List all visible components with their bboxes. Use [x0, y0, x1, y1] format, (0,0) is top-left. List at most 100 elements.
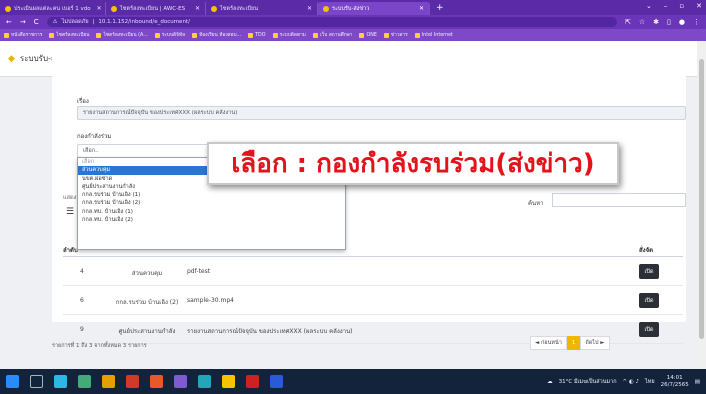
bookmark-icon [414, 32, 420, 38]
browser-tab[interactable]: ไซตร์ลงทะเบียน | AWC-ES ✕ [106, 2, 206, 15]
reload-icon[interactable]: C [34, 18, 39, 26]
close-icon[interactable]: ✕ [413, 5, 424, 12]
extensions-icon[interactable]: ✱ [653, 18, 659, 26]
edge-icon[interactable] [54, 375, 67, 388]
browser-tab[interactable]: ประเมินผลแต่ละคน เบอร์ 1 vdo ✕ [0, 2, 106, 15]
open-button[interactable]: เปิด [639, 293, 659, 308]
bookmark-item[interactable]: เว็บ สถานศึกษา [312, 31, 353, 39]
page-current-button[interactable]: 1 [566, 336, 581, 350]
bookmark-item[interactable]: ONE [359, 32, 377, 38]
column-header-action[interactable]: สั่งจัด [639, 245, 653, 255]
bookmark-item[interactable]: ห้องเรียน ห้องสอบ... [192, 31, 241, 39]
dropdown-option[interactable]: กกล.รบร่วม บ้านเอิง (2) [78, 199, 345, 207]
show-entries-label: แสดง [63, 195, 77, 201]
word-icon[interactable] [270, 375, 283, 388]
close-icon[interactable]: ✕ [91, 5, 102, 12]
forward-icon[interactable]: → [20, 18, 26, 26]
bookmark-item[interactable]: Intel Internet [414, 32, 453, 38]
row-file: pdf-test [187, 268, 211, 275]
table-info: รายการที่ 1 ถึง 3 จากทั้งหมด 3 รายการ [52, 343, 147, 349]
address-bar[interactable]: ⚠ ไม่ปลอดภัย | 10.1.1.152/inbound/e_docu… [46, 17, 617, 27]
weather-text[interactable]: 31°C มีเมฆเป็นส่วนมาก [559, 378, 617, 386]
chrome-canary-icon[interactable] [222, 375, 235, 388]
list-icon[interactable]: ☰ [66, 207, 74, 217]
warning-icon: ⚠ [52, 19, 58, 25]
task-view-icon[interactable] [78, 375, 91, 388]
star-icon[interactable]: ☆ [639, 18, 645, 26]
caption-text: เลือก : กองกำลังรบร่วม(ส่งข่าว) [231, 149, 595, 179]
screen: ประเมินผลแต่ละคน เบอร์ 1 vdo ✕ ไซตร์ลงทะ… [0, 0, 706, 394]
close-window-icon[interactable]: ✕ [696, 2, 702, 10]
new-tab-icon[interactable]: + [430, 3, 450, 13]
bookmark-label: ไซตร์ลงทะเบียน [56, 33, 90, 38]
system-tray: ☁ 31°C มีเมฆเป็นส่วนมาก ^ ◐ ♪ ไทย 14:01 … [547, 375, 700, 389]
bookmark-label: หนังสือราชการ [11, 33, 43, 38]
chevron-down-icon[interactable]: ⌄ [646, 2, 652, 10]
powerpoint-icon[interactable] [246, 375, 259, 388]
url-text: 10.1.1.152/inbound/e_document/ [98, 19, 190, 25]
row-number: 4 [80, 268, 84, 275]
tab-label: ระบบรับ-ส่งข่าว [332, 5, 370, 12]
sidebar-icon[interactable]: ▯ [667, 18, 671, 26]
dropdown-option[interactable]: กกล.รบร่วม บ้านเอิง (1) [78, 191, 345, 199]
bookmark-item[interactable]: หนังสือราชการ [4, 31, 42, 39]
open-button[interactable]: เปิด [639, 322, 659, 337]
search-input[interactable] [552, 193, 686, 207]
browser-tab-active[interactable]: ระบบรับ-ส่งข่าว ✕ [318, 2, 430, 15]
language-indicator[interactable]: ไทย [645, 378, 655, 386]
next-page-button[interactable]: ถัดไป ► [580, 336, 610, 350]
bookmark-item[interactable]: ไซตร์ลงทะเบียน [49, 31, 89, 39]
notifications-icon[interactable]: ▤ [695, 379, 700, 385]
bookmark-label: TDO [255, 32, 266, 38]
bookmark-item[interactable]: ระบบติดตาม [272, 31, 306, 39]
bookmark-label: ONE [366, 32, 377, 38]
open-button[interactable]: เปิด [639, 264, 659, 279]
close-icon[interactable]: ✕ [301, 5, 312, 12]
profile-icon[interactable]: ● [679, 18, 685, 26]
bookmark-icon [192, 32, 198, 38]
scrollbar-thumb[interactable] [699, 59, 704, 339]
column-header-order[interactable]: ลำดับ [63, 245, 78, 255]
firefox-icon[interactable] [150, 375, 163, 388]
office-icon[interactable] [126, 375, 139, 388]
subject-label: เรื่อง [77, 98, 89, 105]
instruction-caption: เลือก : กองกำลังรบร่วม(ส่งข่าว) [207, 142, 619, 185]
table-row: 4 ส่วนควบคุม pdf-test เปิด [63, 257, 683, 286]
share-icon[interactable]: ⇱ [625, 18, 631, 26]
dropdown-option[interactable]: กกล.ทบ. บ้านเอิง (1) [78, 208, 345, 216]
force-select[interactable]: เลือก.. [77, 144, 217, 158]
bookmark-label: Intel Internet [421, 32, 453, 38]
bookmark-item[interactable]: ระบบดิจิทัล [154, 31, 185, 39]
menu-icon[interactable]: ⋮ [693, 18, 700, 26]
page-scrollbar[interactable] [697, 41, 706, 369]
file-explorer-icon[interactable] [102, 375, 115, 388]
windows-start-icon[interactable] [6, 375, 19, 388]
bookmark-icon [49, 32, 55, 38]
maximize-icon[interactable]: ▫ [679, 2, 684, 10]
table-row: 6 กกล.รบร่วม บ้านเอิง (2) sample-30.mp4 … [63, 286, 683, 315]
row-number: 6 [80, 297, 84, 304]
subject-field[interactable]: รายงานสถานการณ์ปัจจุบัน ของประเทศXXX (ผล… [77, 106, 686, 120]
close-icon[interactable]: ✕ [189, 5, 200, 12]
bookmark-label: เว็บ สถานศึกษา [319, 33, 353, 38]
bookmark-icon [312, 32, 318, 38]
tab-label: ประเมินผลแต่ละคน เบอร์ 1 vdo [14, 5, 91, 12]
bookmarks-bar: หนังสือราชการ ไซตร์ลงทะเบียน ไซตร์ลงทะเบ… [0, 29, 706, 41]
url-divider: | [92, 19, 95, 25]
bookmark-item[interactable]: ไซตร์ลงทะเบียน (A... [96, 31, 148, 39]
chrome-icon[interactable] [174, 375, 187, 388]
prev-page-button[interactable]: ◄ ก่อนหน้า [530, 336, 567, 350]
photos-icon[interactable] [198, 375, 211, 388]
row-file: รายงานสถานการณ์ปัจจุบัน ของประเทศXXX (ผล… [187, 328, 353, 335]
minimize-icon[interactable]: – [664, 2, 668, 10]
search-icon[interactable] [30, 375, 43, 388]
bookmark-item[interactable]: ข่าวสาร [383, 31, 408, 39]
dropdown-option[interactable]: กกล.ทบ. บ้านเอิง (2) [78, 216, 345, 224]
bookmark-icon [272, 32, 278, 38]
browser-tab[interactable]: ไซตร์ลงทะเบียน ✕ [206, 2, 318, 15]
bookmark-item[interactable]: TDO [248, 32, 266, 38]
clock[interactable]: 14:01 26/7/2565 [661, 375, 689, 389]
bookmark-icon [359, 32, 365, 38]
tray-icons[interactable]: ^ ◐ ♪ [623, 379, 639, 385]
back-icon[interactable]: ← [6, 18, 12, 26]
